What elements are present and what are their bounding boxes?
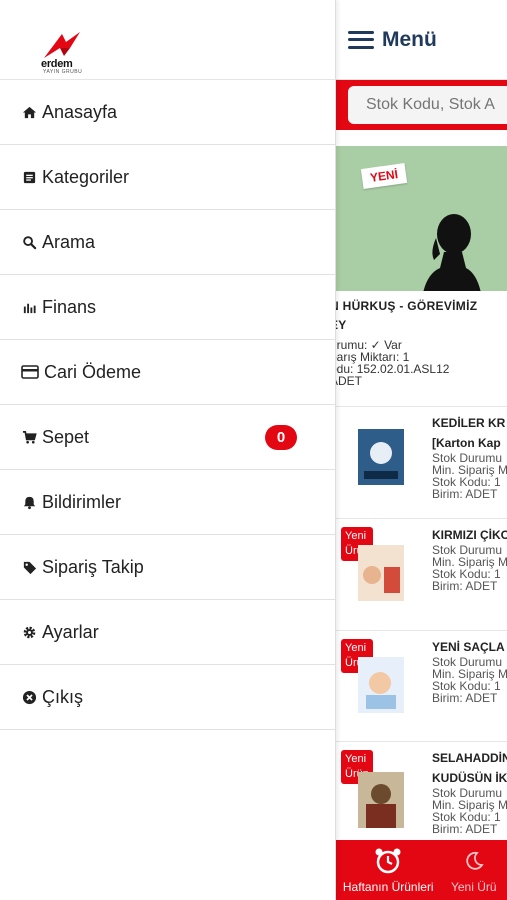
menu-item-label: Arama	[42, 231, 96, 252]
product-title: KEDİLER KR [Karton Kap	[432, 413, 505, 453]
menu-item-kategoriler[interactable]: Kategoriler	[0, 145, 335, 210]
tab-new-products[interactable]: Yeni Ürü	[441, 840, 507, 900]
meta-unit: Birim: ADET	[432, 691, 498, 705]
logo-subtitle: YAYIN GRUBU	[43, 69, 83, 75]
side-drawer: erdem YAYIN GRUBU Anasayfa Kategoriler A…	[0, 0, 336, 900]
tab-label: Haftanın Ürünleri	[342, 880, 434, 894]
main-header: Menü	[336, 0, 507, 80]
book-cover-image	[358, 657, 404, 713]
menu-item-ayarlar[interactable]: Ayarlar	[0, 600, 335, 665]
list-icon	[20, 168, 38, 186]
search-input[interactable]	[348, 86, 507, 124]
tag-icon	[20, 558, 38, 576]
featured-product-info[interactable]: N HÜRKUŞ - GÖREVİMİZ EY urumu: ✓ Var par…	[336, 291, 507, 387]
brand-logo: erdem YAYIN GRUBU	[0, 0, 335, 80]
featured-banner[interactable]: YENİ	[336, 146, 507, 291]
product-title-line2: [Karton Kap	[432, 436, 501, 450]
product-title: KIRMIZI ÇİKO	[432, 525, 507, 545]
book-cover-image	[358, 429, 404, 485]
menu-item-label: Cari Ödeme	[44, 361, 142, 382]
moon-icon	[466, 851, 484, 870]
product-row[interactable]: Yeni Ürün YENİ SAÇLA Stok Durumu Min. Si…	[336, 630, 507, 742]
product-title-line1: SELAHADDİN	[432, 751, 507, 765]
menu-item-cari-odeme[interactable]: Cari Ödeme	[0, 340, 335, 405]
menu-item-label: Sipariş Takip	[42, 556, 144, 577]
menu-item-label: Sepet	[42, 426, 90, 447]
menu-item-label: Ayarlar	[42, 621, 99, 642]
bar-chart-icon	[20, 298, 38, 316]
bell-icon	[20, 493, 38, 511]
meta-unit: Birim: ADET	[432, 579, 498, 593]
tab-label: Yeni Ürü	[450, 880, 497, 894]
cart-icon	[20, 428, 38, 446]
product-row[interactable]: KEDİLER KR [Karton Kap Stok Durumu Min. …	[336, 406, 507, 518]
hamburger-menu-icon[interactable]	[348, 30, 374, 49]
product-title-line2: KUDÜSÜN İK	[432, 771, 507, 785]
featured-unit: ADET	[336, 374, 363, 388]
new-tag: YENİ	[360, 163, 408, 189]
product-row[interactable]: Yeni Ürün KIRMIZI ÇİKO Stok Durumu Min. …	[336, 518, 507, 630]
menu-item-finans[interactable]: Finans	[0, 275, 335, 340]
menu-item-label: Kategoriler	[42, 166, 130, 187]
book-cover-image	[358, 772, 404, 828]
meta-unit: Birim: ADET	[432, 487, 498, 501]
gear-icon	[20, 623, 38, 641]
menu-item-label: Bildirimler	[42, 491, 122, 512]
menu-item-bildirimler[interactable]: Bildirimler	[0, 470, 335, 535]
menu-item-cikis[interactable]: Çıkış	[0, 665, 335, 730]
product-title: YENİ SAÇLA	[432, 637, 505, 657]
bottom-tab-bar: Haftanın Ürünleri Yeni Ürü	[336, 840, 507, 900]
product-title-line1: KIRMIZI ÇİKO	[432, 528, 507, 542]
menu-item-sepet[interactable]: Sepet 0	[0, 405, 335, 470]
menu-item-label: Çıkış	[42, 686, 84, 707]
product-meta: Stok Durumu Min. Sipariş M Stok Kodu: 1 …	[432, 452, 507, 500]
menu-item-siparis-takip[interactable]: Sipariş Takip	[0, 535, 335, 600]
girl-silhouette-image	[423, 214, 481, 291]
menu-item-label: Finans	[42, 296, 97, 317]
credit-card-icon	[20, 363, 40, 381]
product-title: SELAHADDİN KUDÜSÜN İK	[432, 748, 507, 788]
product-row[interactable]: Yeni Ürün SELAHADDİN KUDÜSÜN İK Stok Dur…	[336, 741, 507, 853]
erdem-logo-bird-icon	[44, 32, 80, 58]
menu-item-anasayfa[interactable]: Anasayfa	[0, 80, 335, 145]
tab-weekly-products[interactable]: Haftanın Ürünleri	[336, 840, 441, 900]
product-meta: Stok Durumu Min. Sipariş M Stok Kodu: 1 …	[432, 544, 507, 592]
search-bar	[336, 80, 507, 130]
featured-title-line2: EY	[336, 318, 347, 332]
product-meta: Stok Durumu Min. Sipariş M Stok Kodu: 1 …	[432, 656, 507, 704]
menu-item-arama[interactable]: Arama	[0, 210, 335, 275]
cart-count-badge: 0	[265, 425, 297, 450]
home-icon	[20, 103, 38, 121]
main-screen: Menü YENİ N HÜRKUŞ - GÖREVİMİZ EY urumu:…	[336, 0, 507, 900]
menu-title: Menü	[382, 27, 437, 51]
close-circle-icon	[20, 688, 38, 706]
product-title-line1: KEDİLER KR	[432, 416, 506, 430]
alarm-clock-icon	[375, 848, 401, 874]
menu-item-label: Anasayfa	[42, 101, 118, 122]
featured-title: N HÜRKUŞ - GÖREVİMİZ EY	[336, 297, 507, 335]
book-cover-image	[358, 545, 404, 601]
product-title-line1: YENİ SAÇLA	[432, 640, 505, 654]
meta-unit: Birim: ADET	[432, 822, 498, 836]
featured-title-line1: N HÜRKUŞ - GÖREVİMİZ	[336, 299, 478, 313]
product-meta: Stok Durumu Min. Sipariş M Stok Kodu: 1 …	[432, 787, 507, 835]
featured-meta: urumu: ✓ Var parış Miktarı: 1 odu: 152.0…	[336, 339, 507, 387]
search-icon	[20, 233, 38, 251]
